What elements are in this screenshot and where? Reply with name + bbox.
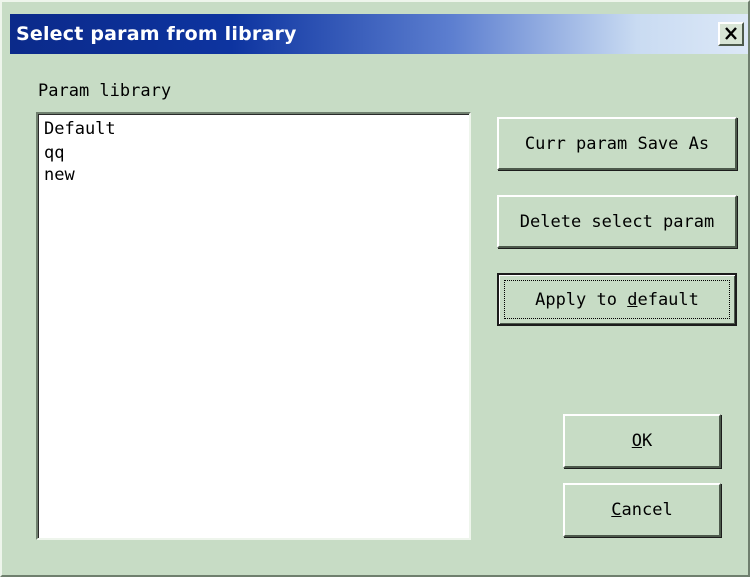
delete-param-button[interactable]: Delete select param — [497, 195, 737, 248]
cancel-label: Cancel — [611, 500, 673, 520]
list-item-new[interactable]: new — [44, 165, 75, 185]
param-library-label: Param library — [38, 81, 172, 101]
cancel-button[interactable]: Cancel — [563, 483, 721, 537]
save-as-label: Curr param Save As — [524, 133, 710, 154]
close-button[interactable] — [718, 22, 744, 46]
param-library-list[interactable]: Default qq new — [36, 112, 471, 540]
apply-default-button[interactable]: Apply to default — [497, 273, 737, 326]
dialog-window: Select param from library Param library … — [0, 0, 750, 577]
list-item-default[interactable]: Default — [44, 119, 116, 139]
ok-label: OK — [631, 431, 653, 451]
apply-default-label: Apply to default — [535, 289, 699, 310]
delete-param-label: Delete select param — [519, 211, 715, 232]
list-item-qq[interactable]: qq — [44, 143, 64, 163]
save-as-button[interactable]: Curr param Save As — [497, 117, 737, 170]
close-icon — [724, 25, 738, 44]
window-title: Select param from library — [16, 23, 297, 45]
ok-button[interactable]: OK — [563, 414, 721, 468]
title-bar[interactable]: Select param from library — [10, 14, 748, 54]
